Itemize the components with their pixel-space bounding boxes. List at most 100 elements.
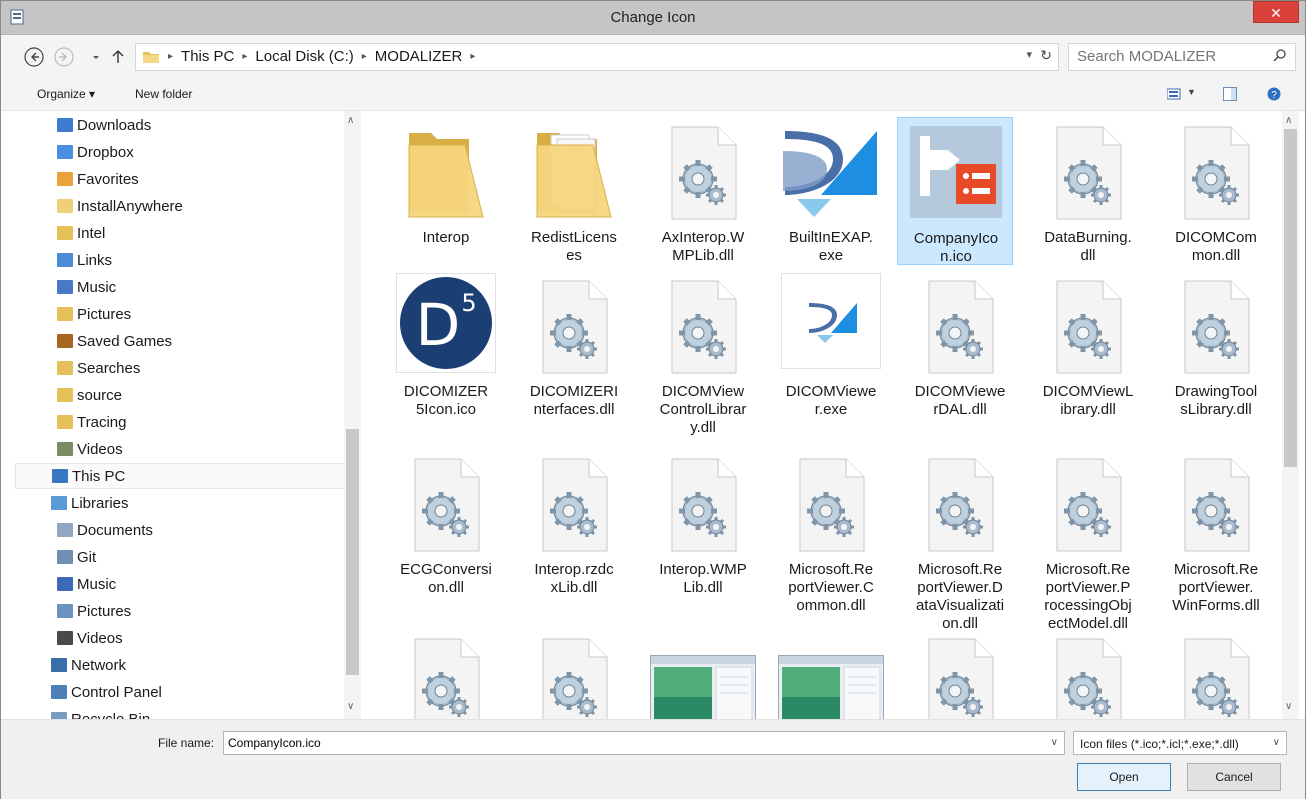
file-name-line: exe	[818, 247, 844, 264]
file-name-line: Interop	[422, 229, 470, 246]
sidebar-item-intel[interactable]: Intel	[57, 220, 105, 246]
sidebar-item-source[interactable]: source	[57, 382, 122, 408]
file-item[interactable]: Interop.rzdc xLib.dll	[516, 449, 632, 623]
file-item[interactable]: DICOMViewe r.exe	[773, 271, 889, 427]
file-item[interactable]: Interop.WMP Lib.dll	[645, 449, 761, 623]
sidebar-item-videos[interactable]: Videos	[57, 436, 123, 462]
scrollbar-thumb[interactable]	[346, 429, 359, 675]
file-item[interactable]: AxInterop.W MPLib.dll	[645, 117, 761, 273]
file-item[interactable]: DICOMIZERI nterfaces.dll	[516, 271, 632, 427]
file-item[interactable]: RedistLicens es	[516, 117, 632, 273]
close-button[interactable]: ✕	[1253, 1, 1299, 23]
folder-icon	[57, 199, 73, 213]
file-type-select[interactable]: Icon files (*.ico;*.icl;*.exe;*.dll) ∨	[1073, 731, 1287, 755]
navigation-scrollbar[interactable]: ∧ ∨	[344, 111, 361, 719]
file-item[interactable]: Interop	[388, 117, 504, 273]
view-dropdown-icon[interactable]: ▼	[1187, 87, 1196, 97]
sidebar-item-saved-games[interactable]: Saved Games	[57, 328, 172, 354]
sidebar-item-pictures[interactable]: Pictures	[57, 598, 131, 624]
sidebar-item-music[interactable]: Music	[57, 274, 116, 300]
file-item[interactable]: D 5 DICOMIZER 5Icon.ico	[388, 271, 504, 427]
organize-button[interactable]: Organize ▾	[37, 87, 95, 101]
search-icon[interactable]	[1273, 48, 1287, 62]
sidebar-item-label: Git	[77, 548, 97, 566]
sidebar-item-label: Tracing	[77, 413, 127, 431]
sidebar-item-links[interactable]: Links	[57, 247, 112, 273]
file-item[interactable]	[1030, 629, 1146, 719]
file-item[interactable]: DICOMCom mon.dll	[1158, 117, 1274, 273]
chevron-down-icon[interactable]	[85, 46, 107, 68]
file-item[interactable]: DataBurning. dll	[1030, 117, 1146, 273]
search-box[interactable]	[1068, 43, 1296, 71]
sidebar-item-libraries[interactable]: Libraries	[51, 490, 129, 516]
breadcrumb-this-pc[interactable]: This PC	[181, 48, 234, 65]
file-item[interactable]: DICOMViewe rDAL.dll	[902, 271, 1018, 427]
sidebar-item-tracing[interactable]: Tracing	[57, 409, 126, 435]
file-item[interactable]	[645, 629, 761, 719]
file-item[interactable]: DICOMViewL ibrary.dll	[1030, 271, 1146, 427]
sidebar-item-videos[interactable]: Videos	[57, 625, 123, 651]
scrollbar-thumb[interactable]	[1284, 129, 1297, 467]
file-name-line: Microsoft.Re	[1173, 561, 1259, 578]
navigation-pane[interactable]: Downloads Dropbox Favorites InstallAnywhere…	[1, 111, 361, 719]
file-item[interactable]: ECGConversi on.dll	[388, 449, 504, 623]
chevron-down-icon[interactable]: ∨	[1273, 737, 1280, 748]
scroll-up-icon[interactable]: ∧	[347, 115, 354, 126]
sidebar-item-this-pc[interactable]: This PC	[15, 463, 355, 489]
file-name-field[interactable]: ∨	[223, 731, 1065, 755]
sidebar-item-music[interactable]: Music	[57, 571, 116, 597]
sidebar-item-favorites[interactable]: Favorites	[57, 166, 139, 192]
file-item[interactable]	[1158, 629, 1274, 719]
help-icon[interactable]: ?	[1267, 87, 1281, 101]
sidebar-item-recycle-bin[interactable]: Recycle Bin	[51, 706, 150, 719]
sidebar-item-control-panel[interactable]: Control Panel	[51, 679, 162, 705]
file-item[interactable]: Microsoft.Re portViewer.C ommon.dll	[773, 449, 889, 623]
preview-pane-icon[interactable]	[1223, 87, 1237, 101]
scroll-up-icon[interactable]: ∧	[1285, 115, 1292, 126]
file-item[interactable]	[773, 629, 889, 719]
address-bar[interactable]: ▸ This PC ▸ Local Disk (C:) ▸ MODALIZER …	[135, 43, 1059, 71]
breadcrumb-local-disk[interactable]: Local Disk (C:)	[255, 48, 353, 65]
sidebar-item-documents[interactable]: Documents	[57, 517, 153, 543]
dll-gear-icon	[1181, 279, 1251, 379]
file-item[interactable]: DrawingTool sLibrary.dll	[1158, 271, 1274, 427]
breadcrumb-modalizer[interactable]: MODALIZER	[375, 48, 463, 65]
view-options-icon[interactable]	[1167, 88, 1181, 100]
sidebar-item-pictures[interactable]: Pictures	[57, 301, 131, 327]
forward-icon[interactable]	[53, 46, 75, 68]
search-input[interactable]	[1077, 48, 1257, 65]
sidebar-item-network[interactable]: Network	[51, 652, 126, 678]
back-icon[interactable]	[23, 46, 45, 68]
sidebar-item-dropbox[interactable]: Dropbox	[57, 139, 134, 165]
file-list-scrollbar[interactable]: ∧ ∨	[1282, 111, 1299, 719]
file-name-input[interactable]	[228, 736, 1028, 750]
file-item[interactable]: CompanyIco n.ico	[897, 117, 1013, 265]
file-item[interactable]: Microsoft.Re portViewer. WinForms.dll	[1158, 449, 1274, 623]
chevron-down-icon[interactable]: ▾	[1026, 48, 1032, 61]
new-folder-button[interactable]: New folder	[135, 87, 192, 101]
file-item[interactable]: BuiltInEXAP. exe	[773, 117, 889, 273]
file-item[interactable]	[902, 629, 1018, 719]
sidebar-item-label: Searches	[77, 359, 141, 377]
sidebar-item-installanywhere[interactable]: InstallAnywhere	[57, 193, 183, 219]
file-item[interactable]	[388, 629, 504, 719]
sidebar-item-searches[interactable]: Searches	[57, 355, 140, 381]
file-list[interactable]: Interop RedistLicens es AxInterop.W MPLib.dl…	[362, 111, 1282, 719]
file-item[interactable]: DICOMView ControlLibrar y.dll	[645, 271, 761, 436]
chevron-down-icon[interactable]: ∨	[1051, 737, 1058, 748]
file-name-line: portViewer.	[1178, 579, 1254, 596]
cancel-button[interactable]: Cancel	[1187, 763, 1281, 791]
dll-gear-icon	[411, 637, 481, 719]
file-name-line: xLib.dll	[550, 579, 598, 596]
file-item[interactable]: Microsoft.Re portViewer.D ataVisualizati on…	[902, 449, 1018, 632]
refresh-icon[interactable]: ↻	[1040, 47, 1052, 64]
sidebar-item-git[interactable]: Git	[57, 544, 96, 570]
file-item[interactable]: Microsoft.Re portViewer.P rocessingObj ectM…	[1030, 449, 1146, 632]
sidebar-item-downloads[interactable]: Downloads	[57, 112, 151, 138]
file-name-line: DataBurning.	[1044, 229, 1132, 246]
open-button[interactable]: Open	[1077, 763, 1171, 791]
scroll-down-icon[interactable]: ∨	[1285, 701, 1292, 712]
scroll-down-icon[interactable]: ∨	[347, 701, 354, 712]
up-arrow-icon[interactable]	[107, 46, 129, 68]
file-item[interactable]	[516, 629, 632, 719]
